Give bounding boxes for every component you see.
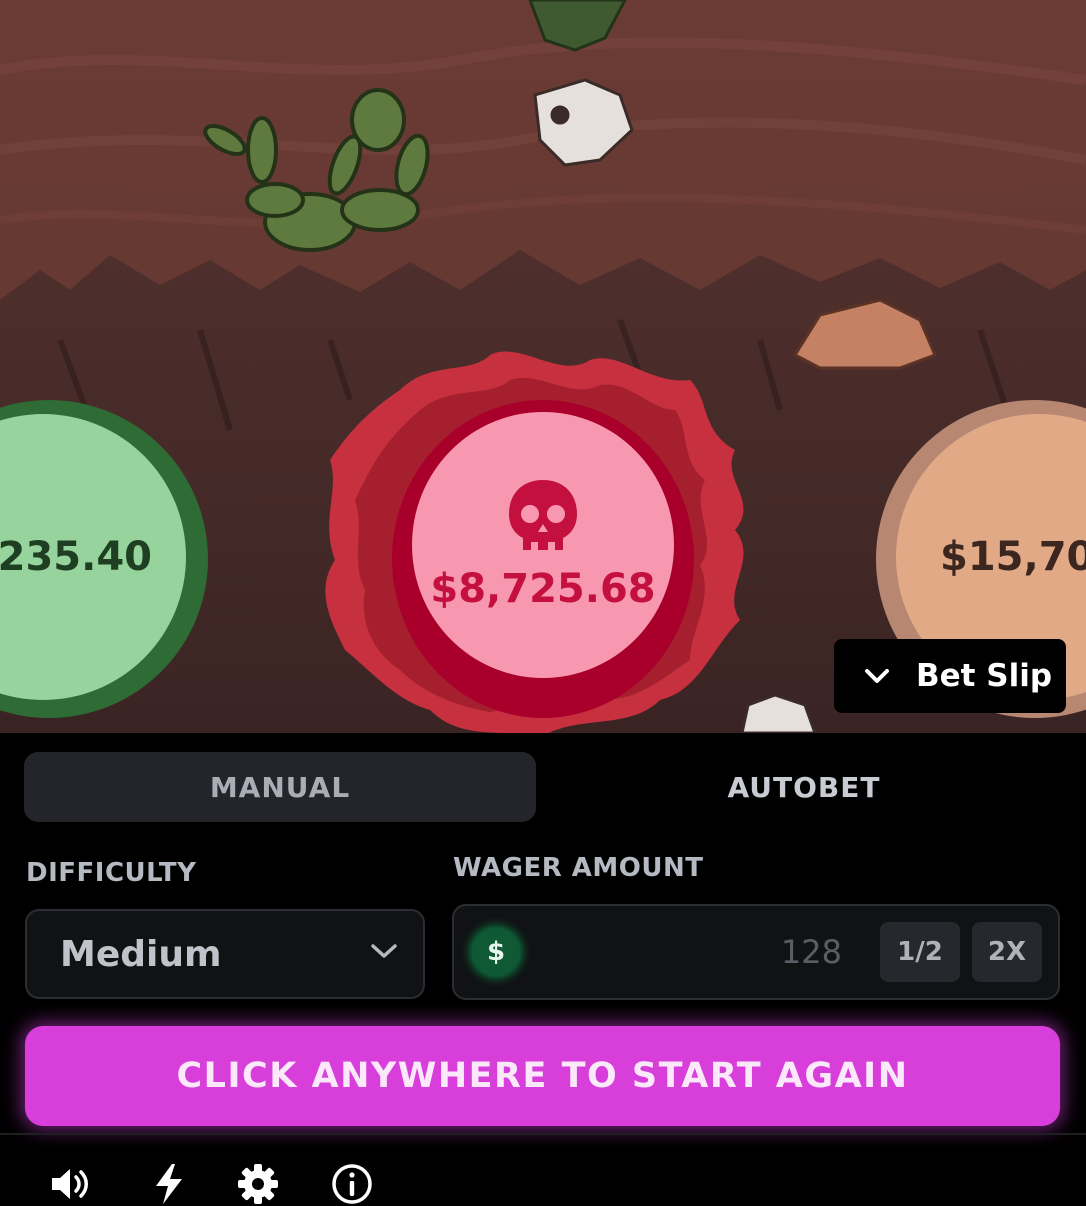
gear-icon[interactable] — [236, 1162, 280, 1206]
footer-divider — [0, 1133, 1086, 1135]
bet-slip-label: Bet Slip — [916, 658, 1053, 694]
difficulty-value: Medium — [60, 933, 222, 975]
difficulty-select[interactable]: Medium — [25, 909, 425, 999]
chip-amount: ,235.40 — [0, 534, 152, 580]
chip-face: ,235.40 — [0, 414, 186, 700]
chevron-down-icon — [371, 944, 397, 958]
difficulty-label: DIFFICULTY — [26, 858, 197, 888]
wager-amount-input[interactable] — [564, 924, 842, 980]
multiplier-chip-center[interactable]: $8,725.68 — [392, 400, 694, 718]
double-wager-button[interactable]: 2X — [972, 922, 1042, 982]
wager-amount-field: $ 1/2 2X — [452, 904, 1060, 1000]
tab-autobet[interactable]: AUTOBET — [544, 752, 1064, 822]
chevron-down-icon — [865, 669, 889, 683]
info-icon[interactable] — [330, 1162, 374, 1206]
half-wager-button[interactable]: 1/2 — [880, 922, 960, 982]
start-again-button[interactable]: CLICK ANYWHERE TO START AGAIN — [25, 1026, 1060, 1126]
bet-slip-button[interactable]: Bet Slip — [834, 639, 1066, 713]
chip-amount: $15,70 — [940, 534, 1086, 580]
skull-icon — [509, 480, 577, 550]
wager-amount-label: WAGER AMOUNT — [453, 853, 704, 883]
tab-manual[interactable]: MANUAL — [24, 752, 536, 822]
chip-amount: $8,725.68 — [430, 566, 656, 612]
bet-mode-tabs: MANUAL AUTOBET — [24, 752, 1064, 822]
speaker-icon[interactable] — [48, 1162, 92, 1206]
lightning-icon[interactable] — [148, 1162, 192, 1206]
dollar-icon: $ — [472, 928, 520, 976]
game-scene[interactable]: ,235.40 $8,725.68 $15,70 Bet Slip — [0, 0, 1086, 733]
chip-face: $8,725.68 — [412, 412, 674, 678]
